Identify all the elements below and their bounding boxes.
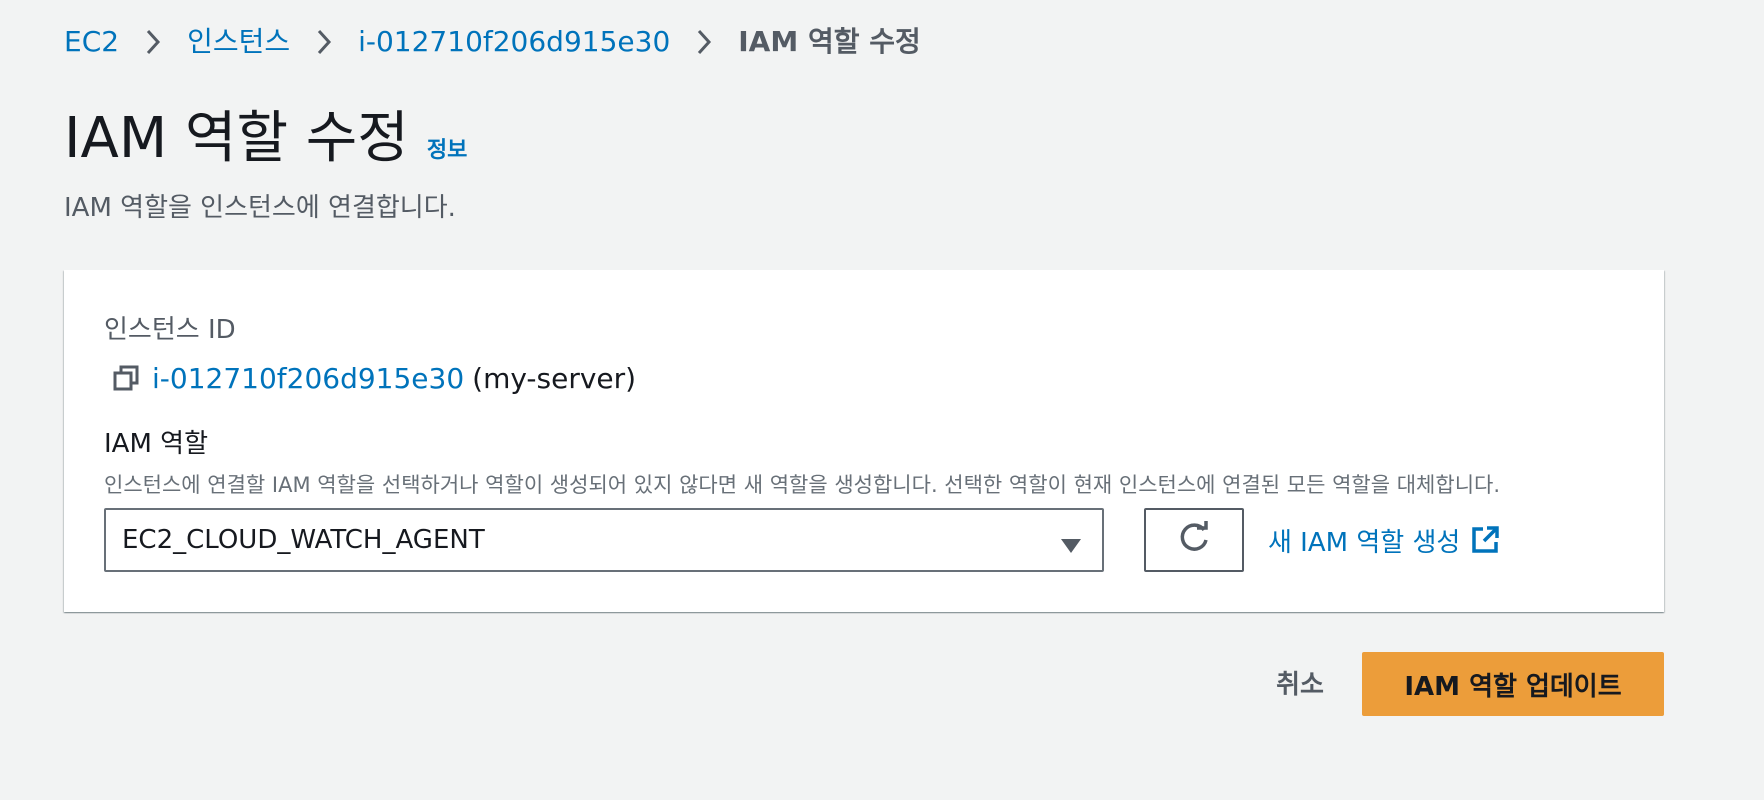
instance-id-label: 인스턴스 ID xyxy=(104,315,236,345)
copy-icon[interactable] xyxy=(112,364,140,392)
iam-role-select[interactable]: EC2_CLOUD_WATCH_AGENT xyxy=(104,508,1104,572)
caret-down-icon xyxy=(1060,532,1082,553)
breadcrumb-instances[interactable]: 인스턴스 xyxy=(187,22,290,62)
refresh-button[interactable] xyxy=(1144,508,1244,572)
page-title: IAM 역할 수정 xyxy=(64,106,409,171)
instance-id-value: i-012710f206d915e30 (my-server) xyxy=(112,358,636,398)
breadcrumb: EC2 인스턴스 i-012710f206d915e30 IAM 역할 수정 xyxy=(64,22,921,62)
chevron-right-icon xyxy=(670,28,738,56)
iam-role-label: IAM 역할 xyxy=(104,429,208,459)
breadcrumb-instance-id[interactable]: i-012710f206d915e30 xyxy=(358,22,670,62)
chevron-right-icon xyxy=(290,28,358,56)
external-link-icon xyxy=(1470,525,1500,555)
instance-id-link[interactable]: i-012710f206d915e30 xyxy=(152,362,464,395)
create-iam-role-label: 새 IAM 역할 생성 xyxy=(1268,527,1461,558)
update-iam-role-button[interactable]: IAM 역할 업데이트 xyxy=(1362,652,1664,716)
page-description: IAM 역할을 인스턴스에 연결합니다. xyxy=(64,193,456,223)
instance-name: (my-server) xyxy=(472,361,637,395)
iam-role-description: 인스턴스에 연결할 IAM 역할을 선택하거나 역할이 생성되어 있지 않다면 … xyxy=(104,473,1501,497)
cancel-button[interactable]: 취소 xyxy=(1240,650,1360,714)
iam-role-selected-value: EC2_CLOUD_WATCH_AGENT xyxy=(122,525,485,555)
breadcrumb-current: IAM 역할 수정 xyxy=(738,25,921,58)
breadcrumb-ec2[interactable]: EC2 xyxy=(64,22,119,62)
create-iam-role-link[interactable]: 새 IAM 역할 생성 xyxy=(1268,520,1500,560)
info-link[interactable]: 정보 xyxy=(427,132,467,164)
page-header: IAM 역할 수정 정보 xyxy=(64,104,467,174)
chevron-right-icon xyxy=(119,28,187,56)
iam-role-form-card: 인스턴스 ID i-012710f206d915e30 (my-server) … xyxy=(64,270,1664,612)
refresh-icon xyxy=(1176,520,1212,560)
